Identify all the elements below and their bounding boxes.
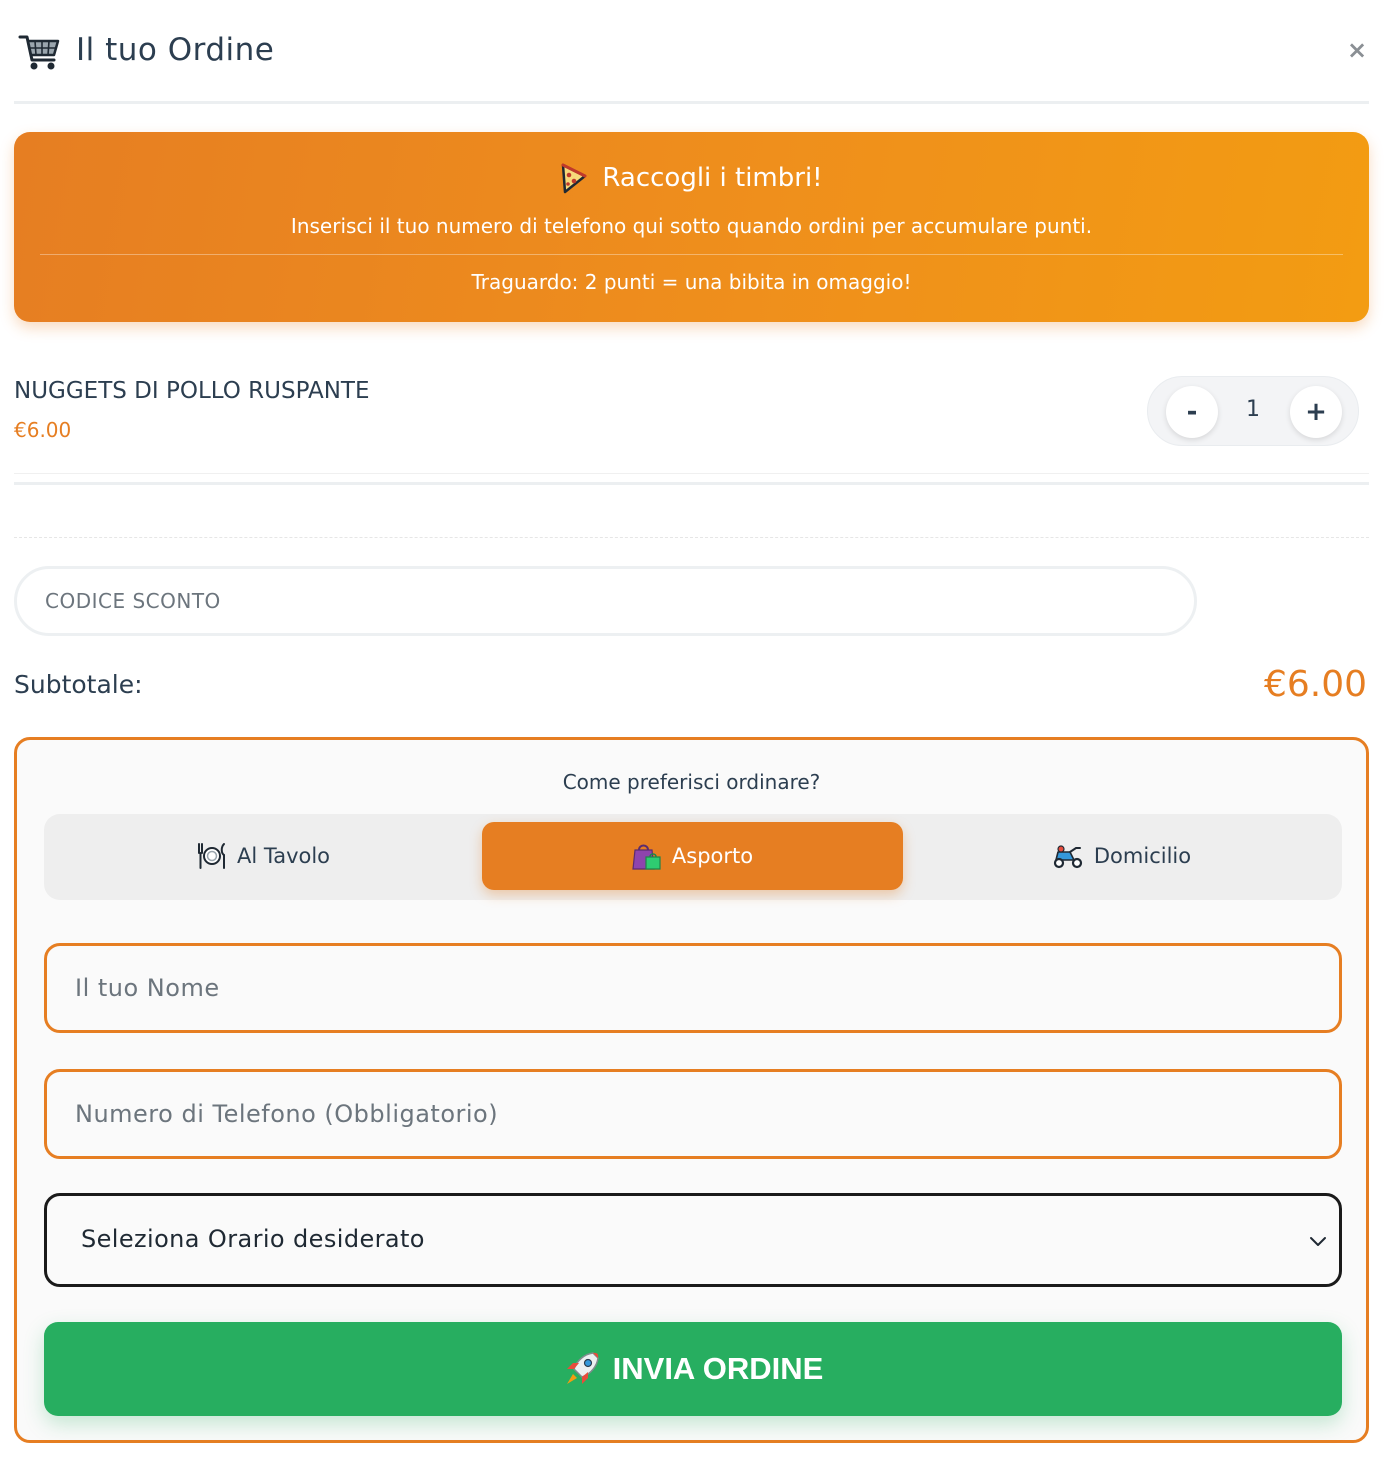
tab-label: Domicilio <box>1093 844 1192 868</box>
loyalty-banner-title: Raccogli i timbri! <box>14 162 1369 194</box>
tab-label: Asporto <box>671 844 754 868</box>
order-type-question: Come preferisci ordinare? <box>562 770 821 794</box>
pickup-time-select[interactable]: Seleziona Orario desiderato <box>44 1193 1342 1287</box>
cart-item-name: NUGGETS DI POLLO RUSPANTE <box>14 378 370 404</box>
delivery-scooter-icon <box>1053 845 1082 869</box>
tab-domicilio[interactable]: Domicilio <box>911 822 1332 890</box>
close-button[interactable]: × <box>1345 36 1369 64</box>
submit-order-label: INVIA ORDINE <box>612 1351 824 1386</box>
order-type-tabs: Al Tavolo Asporto Domicilio <box>44 814 1342 900</box>
loyalty-subtitle: Inserisci il tuo numero di telefono qui … <box>290 214 1093 238</box>
loyalty-goal: Traguardo: 2 punti = una bibita in omagg… <box>471 270 912 294</box>
shopping-bag-icon <box>632 844 661 870</box>
tab-al-tavolo[interactable]: Al Tavolo <box>53 822 474 890</box>
increase-quantity-button[interactable]: + <box>1290 386 1342 438</box>
cart-item: NUGGETS DI POLLO RUSPANTE €6.00 - 1 + <box>14 360 1369 474</box>
tab-asporto[interactable]: Asporto <box>482 822 903 890</box>
loyalty-title-text: Raccogli i timbri! <box>602 163 823 193</box>
discount-code-input[interactable] <box>14 566 1197 636</box>
phone-input[interactable] <box>44 1069 1342 1159</box>
name-input[interactable] <box>44 943 1342 1033</box>
tab-label: Al Tavolo <box>236 844 331 868</box>
modal-header: Il tuo Ordine × <box>14 22 1369 104</box>
divider <box>40 254 1343 255</box>
order-form: Come preferisci ordinare? Al Tavolo Aspo… <box>14 737 1369 1443</box>
loyalty-banner: Raccogli i timbri! Inserisci il tuo nume… <box>14 132 1369 322</box>
pickup-time-select-value: Seleziona Orario desiderato <box>81 1225 425 1253</box>
rocket-icon <box>566 1352 599 1384</box>
subtotal-value: €6.00 <box>1263 664 1367 705</box>
submit-order-button[interactable]: INVIA ORDINE <box>44 1322 1342 1416</box>
subtotal-label: Subtotale: <box>14 670 143 699</box>
divider <box>14 537 1369 538</box>
shopping-cart-icon <box>18 35 60 70</box>
page-title: Il tuo Ordine <box>76 32 275 68</box>
close-icon: × <box>1346 36 1368 64</box>
plate-cutlery-icon <box>197 843 225 869</box>
pizza-slice-icon <box>561 163 587 194</box>
quantity-stepper: - 1 + <box>1147 376 1359 446</box>
divider <box>14 482 1369 485</box>
chevron-down-icon <box>1310 1237 1326 1246</box>
cart-item-price: €6.00 <box>14 418 72 442</box>
